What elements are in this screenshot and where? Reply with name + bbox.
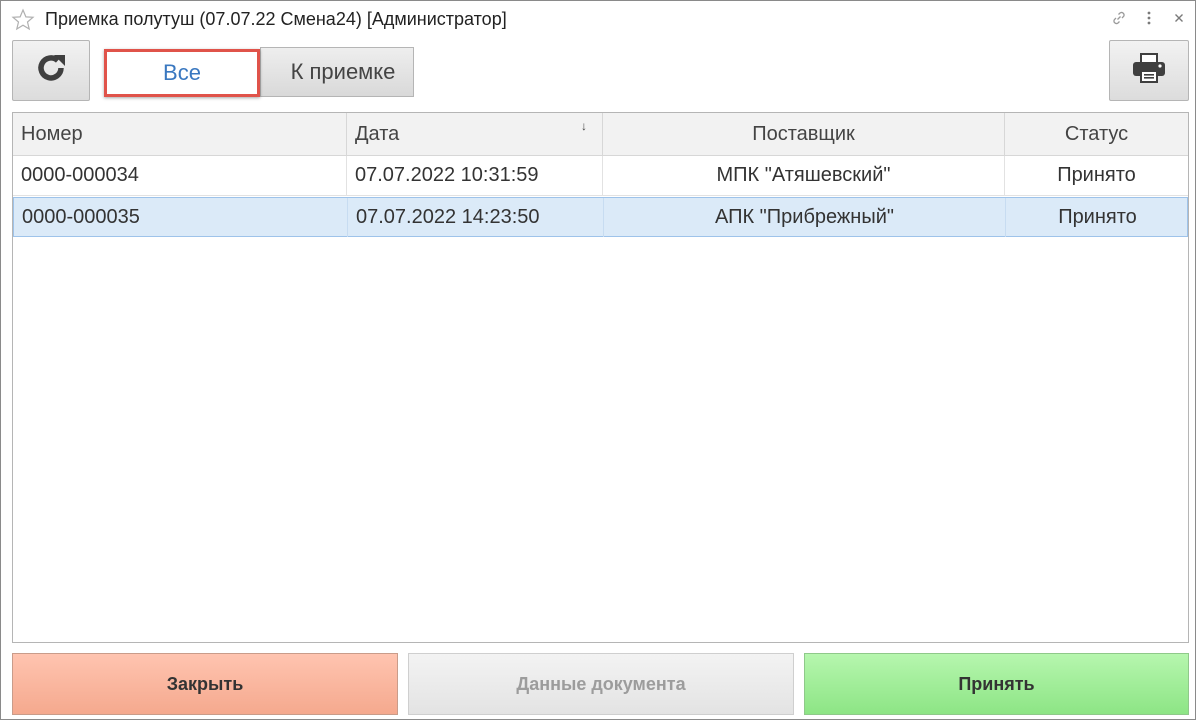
document-data-button[interactable]: Данные документа bbox=[408, 653, 794, 715]
sort-descending-icon: ↓ bbox=[581, 119, 587, 133]
close-button[interactable]: Закрыть bbox=[12, 653, 398, 715]
refresh-icon bbox=[34, 51, 68, 90]
table-header: Номер Дата ↓ Поставщик Статус bbox=[13, 113, 1188, 156]
window-title: Приемка полутуш (07.07.22 Смена24) [Адми… bbox=[45, 9, 507, 29]
print-button[interactable] bbox=[1109, 40, 1189, 101]
table-row[interactable]: 0000-000034 07.07.2022 10:31:59 МПК "Атя… bbox=[13, 156, 1188, 196]
cell-supplier: МПК "Атяшевский" bbox=[603, 156, 1005, 195]
document-data-label: Данные документа bbox=[516, 673, 686, 694]
accept-button-label: Принять bbox=[958, 673, 1035, 694]
app-window: Приемка полутуш (07.07.22 Смена24) [Адми… bbox=[0, 0, 1196, 720]
link-icon[interactable] bbox=[1111, 10, 1127, 26]
cell-status: Принято bbox=[1058, 206, 1137, 228]
column-header-number[interactable]: Номер bbox=[13, 113, 347, 155]
title-bar: Приемка полутуш (07.07.22 Смена24) [Адми… bbox=[1, 1, 1195, 37]
cell-number: 0000-000034 bbox=[13, 156, 347, 195]
column-header-status[interactable]: Статус bbox=[1005, 113, 1188, 155]
close-button-label: Закрыть bbox=[166, 673, 244, 694]
filter-all-button[interactable]: Все bbox=[104, 49, 260, 97]
cell-status: Принято bbox=[1057, 164, 1136, 186]
refresh-button[interactable] bbox=[12, 40, 90, 101]
documents-table: Номер Дата ↓ Поставщик Статус 0000-00003… bbox=[12, 112, 1189, 643]
star-icon[interactable] bbox=[11, 8, 35, 32]
column-header-date[interactable]: Дата bbox=[347, 113, 603, 155]
title-tools bbox=[1111, 10, 1187, 26]
filter-all-label: Все bbox=[163, 60, 201, 85]
more-icon[interactable] bbox=[1141, 10, 1157, 26]
printer-icon bbox=[1131, 52, 1167, 89]
accept-button[interactable]: Принять bbox=[804, 653, 1189, 715]
filter-pending-button[interactable]: К приемке bbox=[260, 47, 414, 97]
cell-date: 07.07.2022 10:31:59 bbox=[347, 156, 603, 195]
cell-supplier: АПК "Прибрежный" bbox=[604, 198, 1006, 237]
table-row-selected[interactable]: 0000-000035 07.07.2022 14:23:50 АПК "При… bbox=[13, 197, 1188, 237]
close-icon[interactable] bbox=[1171, 10, 1187, 26]
cell-number: 0000-000035 bbox=[14, 198, 348, 237]
cell-date: 07.07.2022 14:23:50 bbox=[348, 198, 604, 237]
filter-pending-label: К приемке bbox=[290, 59, 396, 84]
column-header-supplier[interactable]: Поставщик bbox=[603, 113, 1005, 155]
